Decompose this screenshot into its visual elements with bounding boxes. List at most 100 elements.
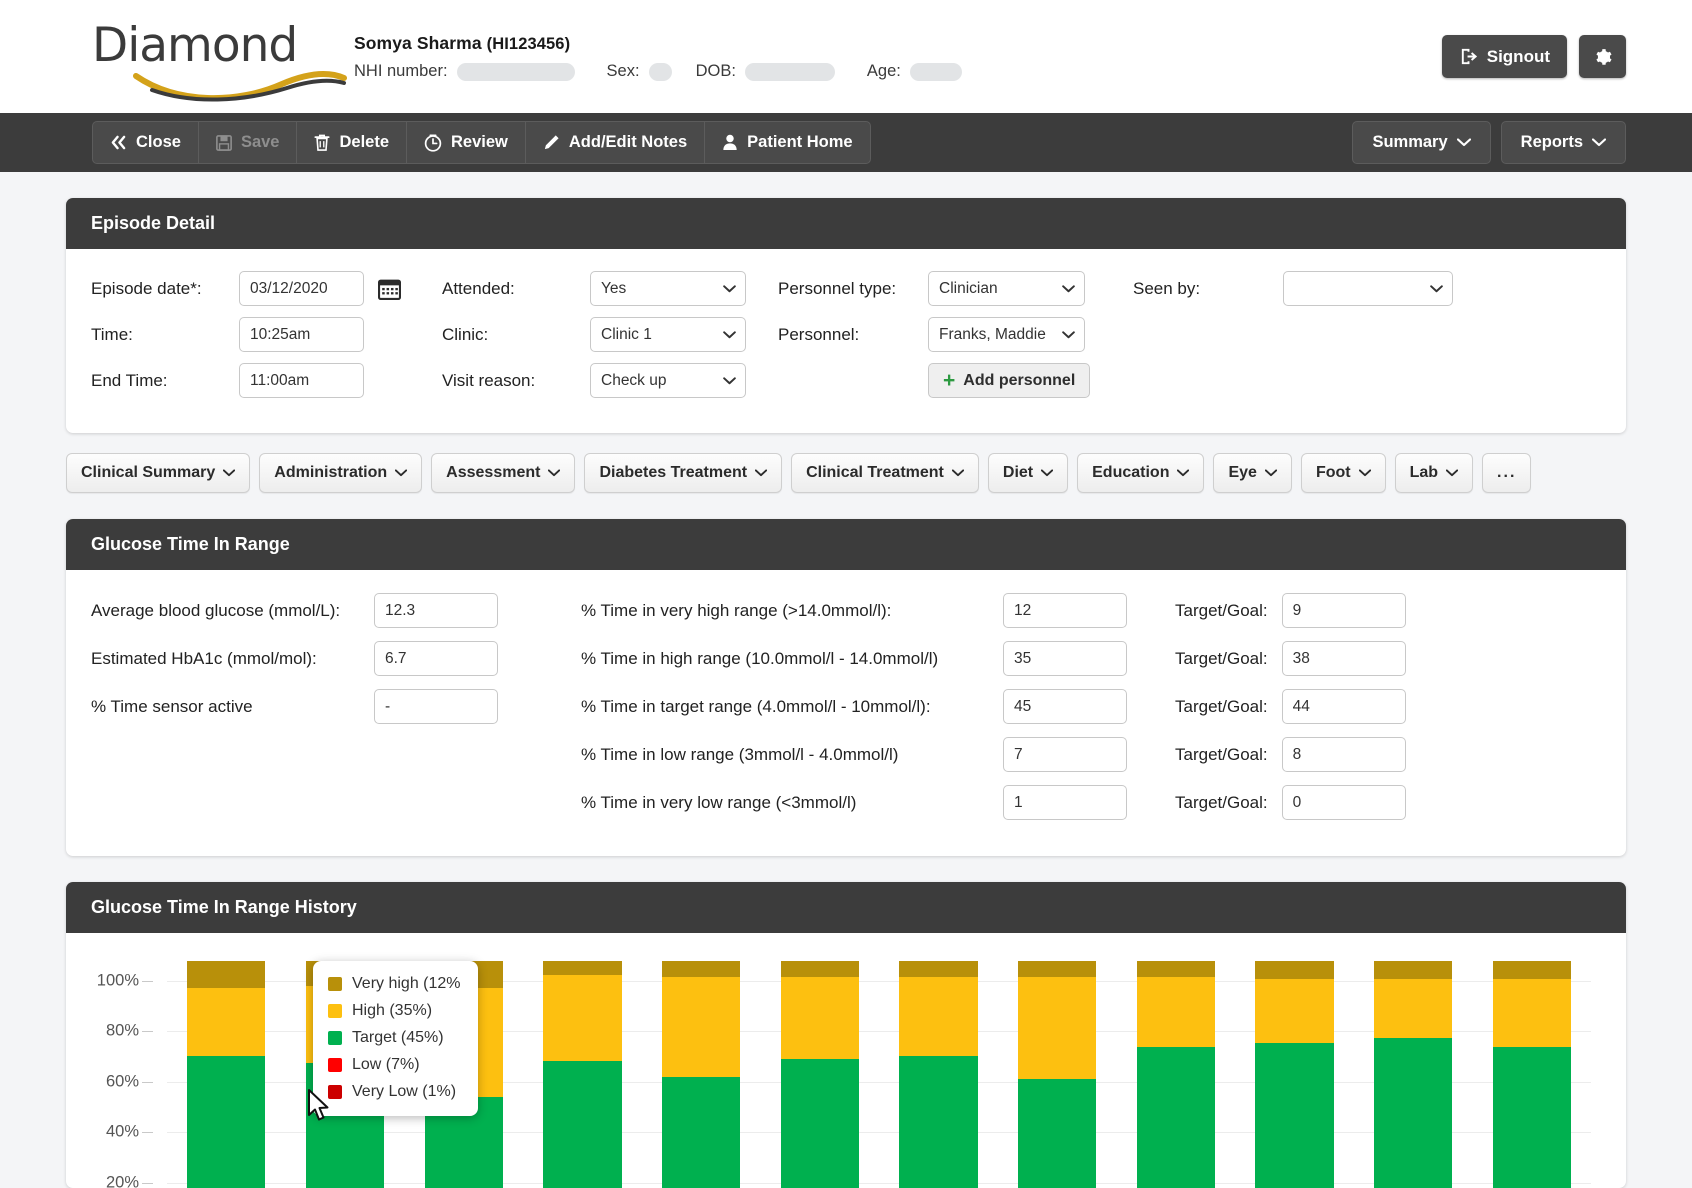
plus-icon: + (943, 369, 956, 392)
tab-clinical-treatment[interactable]: Clinical Treatment (791, 453, 979, 493)
glucose-tir-history-title: Glucose Time In Range History (66, 882, 1626, 933)
close-button[interactable]: Close (92, 121, 198, 164)
chart-bar-segment-target (187, 1056, 266, 1188)
add-personnel-button[interactable]: + Add personnel (928, 363, 1091, 398)
chart-stacked-bar[interactable] (780, 961, 859, 1188)
chart-stacked-bar[interactable] (1255, 961, 1334, 1188)
chart-bar-segment-very-high (187, 961, 266, 989)
chart-bar-slot[interactable] (998, 953, 1117, 1188)
tab-label: Clinical Treatment (806, 464, 944, 481)
calendar-picker-button[interactable] (376, 276, 402, 302)
clinic-select[interactable]: Clinic 1 (590, 317, 746, 352)
tab-education[interactable]: Education (1077, 453, 1205, 493)
low-target-input[interactable] (1281, 737, 1406, 772)
chart-bar-slot[interactable] (760, 953, 879, 1188)
glucose-tir-history-panel: Glucose Time In Range History 20% 40% 60% 8… (66, 882, 1626, 1188)
personnel-select[interactable]: Franks, Maddie (928, 317, 1085, 352)
tab-overflow-more[interactable]: ... (1482, 453, 1532, 493)
chart-bar-slot[interactable] (1116, 953, 1235, 1188)
tab-label: Clinical Summary (81, 464, 216, 481)
chart-bar-slot[interactable] (1354, 953, 1473, 1188)
chart-stacked-bar[interactable] (1373, 961, 1453, 1188)
estimated-hba1c-input[interactable] (374, 641, 498, 676)
chart-stacked-bar[interactable] (899, 961, 978, 1188)
section-tab-bar: Clinical Summary Administration Assessme… (66, 453, 1626, 493)
target-swatch-icon (328, 1031, 342, 1045)
clock-icon (424, 133, 442, 152)
time-sensor-active-input[interactable] (374, 689, 498, 724)
very-low-swatch-icon (328, 1085, 342, 1099)
glucose-tir-range-column: % Time in very high range (>14.0mmol/l):… (581, 592, 1601, 832)
chart-bar-segment-high (1136, 976, 1215, 1048)
chart-bar-segment-target (661, 1076, 741, 1188)
chart-stacked-bar[interactable] (1136, 961, 1215, 1188)
tab-diet[interactable]: Diet (987, 453, 1069, 493)
visit-reason-select[interactable]: Check up (590, 363, 746, 398)
estimated-hba1c-label: Estimated HbA1c (mmol/mol): (91, 648, 317, 668)
tab-diabetes-treatment[interactable]: Diabetes Treatment (584, 453, 783, 493)
signout-button[interactable]: Signout (1441, 35, 1567, 78)
seen-by-select[interactable] (1283, 271, 1453, 306)
very-high-range-input[interactable] (1003, 593, 1127, 628)
chevron-down-icon (1592, 138, 1606, 147)
reports-dropdown-button[interactable]: Reports (1500, 121, 1626, 164)
tab-assessment[interactable]: Assessment (431, 453, 576, 493)
patient-home-button[interactable]: Patient Home (704, 121, 871, 164)
chart-stacked-bar[interactable] (1492, 961, 1571, 1188)
add-edit-notes-button[interactable]: Add/Edit Notes (524, 121, 705, 164)
high-range-input[interactable] (1003, 641, 1127, 676)
settings-button[interactable] (1579, 35, 1626, 78)
chart-stacked-bar[interactable] (661, 961, 741, 1188)
chart-stacked-bar[interactable] (543, 961, 622, 1188)
chart-bar-segment-very-high (1136, 961, 1215, 977)
tab-administration[interactable]: Administration (259, 453, 423, 493)
episode-detail-title: Episode Detail (66, 198, 1626, 249)
visit-reason-select-wrap: Check up (590, 363, 746, 398)
time-input[interactable] (239, 317, 364, 352)
time-label: Time: (91, 324, 133, 344)
glucose-tir-left-column: Average blood glucose (mmol/L): Estimate… (91, 592, 581, 832)
attended-select[interactable]: Yes (590, 271, 746, 306)
very-low-range-input[interactable] (1003, 785, 1127, 820)
calendar-icon (377, 279, 401, 300)
chart-bar-slot[interactable] (1235, 953, 1354, 1188)
target-range-input[interactable] (1003, 689, 1127, 724)
summary-dropdown-button[interactable]: Summary (1352, 121, 1491, 164)
personnel-type-select[interactable]: Clinician (928, 271, 1085, 306)
tab-eye[interactable]: Eye (1213, 453, 1292, 493)
tab-label: Lab (1409, 464, 1439, 481)
chart-bar-slot[interactable] (879, 953, 998, 1188)
add-edit-notes-label: Add/Edit Notes (568, 133, 688, 151)
chart-bar-slot[interactable] (167, 953, 286, 1188)
chart-bar-slot[interactable] (1472, 953, 1591, 1188)
tab-foot[interactable]: Foot (1300, 453, 1386, 493)
delete-button[interactable]: Delete (296, 121, 407, 164)
chart-bar-segment-high (899, 976, 978, 1057)
page-content: Episode Detail Episode date*: 03/12/2020… (0, 198, 1692, 1188)
target-target-input[interactable] (1281, 689, 1406, 724)
chart-bar-segment-very-high (1373, 961, 1453, 980)
chart-bar-slot[interactable] (523, 953, 642, 1188)
chart-stacked-bar[interactable] (1017, 961, 1097, 1188)
chevron-down-icon (395, 469, 408, 477)
save-button[interactable]: Save (197, 121, 297, 164)
chart-bar-segment-very-high (1492, 961, 1571, 980)
end-time-input[interactable] (239, 363, 364, 398)
low-swatch-icon (328, 1058, 342, 1072)
chart-bar-segment-high (661, 976, 741, 1077)
very-low-target-label: Target/Goal: (1175, 792, 1268, 812)
episode-date-input[interactable] (239, 271, 364, 306)
tab-clinical-summary[interactable]: Clinical Summary (66, 453, 251, 493)
tab-label: Education (1092, 464, 1170, 481)
high-target-input[interactable] (1281, 641, 1406, 676)
episode-detail-panel: Episode Detail Episode date*: 03/12/2020… (66, 198, 1626, 433)
chart-bar-segment-target (543, 1060, 622, 1188)
avg-blood-glucose-input[interactable] (374, 593, 498, 628)
chart-bar-slot[interactable] (642, 953, 761, 1188)
chart-stacked-bar[interactable] (187, 961, 266, 1188)
low-range-input[interactable] (1003, 737, 1127, 772)
review-button[interactable]: Review (406, 121, 525, 164)
very-low-target-input[interactable] (1281, 785, 1406, 820)
tab-lab[interactable]: Lab (1394, 453, 1474, 493)
very-high-target-input[interactable] (1281, 593, 1406, 628)
